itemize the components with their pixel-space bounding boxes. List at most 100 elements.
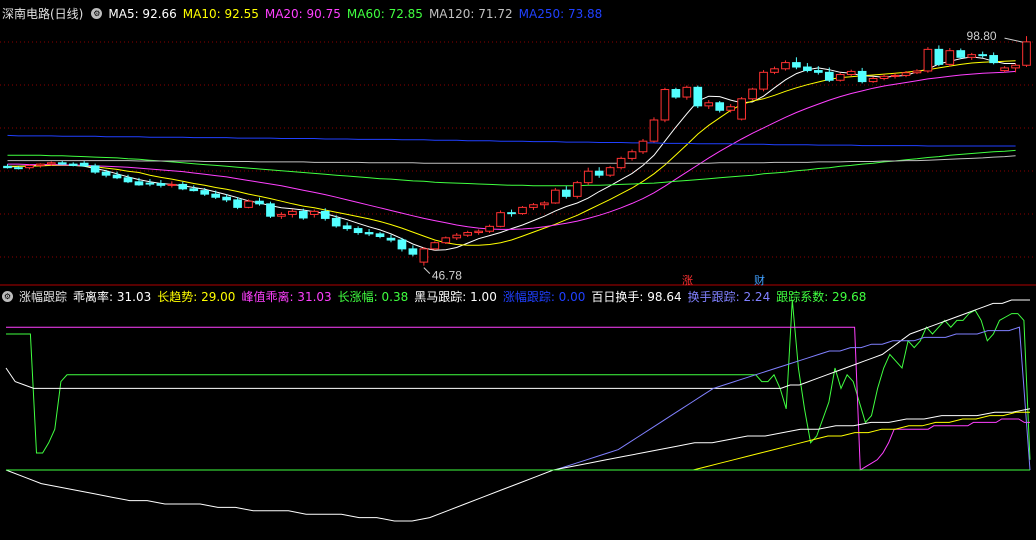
candle-body — [309, 210, 319, 215]
candle-body — [671, 89, 681, 98]
candle-body — [726, 106, 736, 111]
candle-body — [298, 210, 308, 219]
candle-body — [901, 72, 911, 76]
sub-line-峰值乖离 — [6, 326, 1030, 471]
candle-body — [846, 70, 856, 76]
candle-body — [759, 71, 768, 90]
candle-body — [441, 237, 451, 244]
candle-body — [748, 88, 757, 100]
candle-body — [605, 167, 615, 176]
candle-body — [715, 102, 725, 111]
candle-body — [353, 228, 363, 234]
candle-body — [79, 162, 89, 167]
candle-body — [956, 50, 966, 58]
candle-body — [737, 98, 746, 120]
candle-body — [145, 182, 155, 185]
high-price-label: 98.80 — [967, 29, 997, 43]
candle-body — [90, 165, 100, 173]
candle-body — [255, 200, 264, 205]
sub-line-跟踪系数 — [6, 299, 1031, 460]
ma-line-ma250 — [7, 134, 1016, 147]
candle-body — [46, 162, 56, 165]
candle-body — [408, 248, 418, 255]
candle-body — [879, 75, 889, 79]
candle-body — [923, 48, 933, 72]
candle-body — [3, 165, 12, 169]
candle-body — [452, 234, 462, 239]
candle-body — [277, 213, 286, 217]
candle-body — [25, 164, 34, 169]
candle-body — [693, 86, 703, 107]
candle-body — [770, 68, 779, 73]
candle-body — [167, 183, 177, 186]
candle-body — [1022, 41, 1031, 66]
candle-body — [594, 170, 604, 176]
candle-body — [178, 183, 188, 190]
candle-body — [14, 167, 23, 170]
candle-body — [397, 239, 407, 250]
candle-body — [507, 212, 516, 215]
ma-line-ma120 — [7, 155, 1016, 164]
candle-body — [233, 199, 242, 208]
candle-body — [835, 74, 845, 81]
candle-body — [934, 48, 944, 65]
candle-body — [583, 170, 593, 184]
event-marker-cai: 财 — [754, 273, 765, 287]
candle-body — [890, 74, 900, 77]
candle-body — [288, 210, 297, 215]
low-marker-line — [423, 267, 431, 274]
candle-body — [682, 86, 692, 98]
ma-line-ma10 — [7, 60, 1016, 246]
candle-body — [551, 189, 560, 204]
candle-body — [857, 70, 867, 83]
candle-body — [134, 181, 144, 186]
candle-body — [222, 196, 231, 201]
candle-body — [200, 190, 210, 195]
candle-body — [989, 55, 998, 64]
candle-body — [364, 232, 374, 235]
stock-chart-window: { "main_header": { "title": "深南电路(日线)", … — [0, 0, 1036, 540]
candle-body — [704, 102, 714, 107]
candle-body — [967, 54, 977, 58]
candle-body — [627, 151, 637, 159]
candle-body — [112, 174, 122, 179]
candle-body — [912, 70, 922, 74]
candle-body — [244, 200, 253, 208]
candle-body — [375, 233, 385, 238]
candle-body — [1000, 67, 1009, 72]
sub-line-黑马跟踪 — [5, 408, 1031, 522]
candle-body — [474, 230, 483, 234]
price-and-indicator-chart: 98.80 46.78 涨 财 — [0, 29, 1036, 522]
candle-body — [518, 206, 527, 215]
candle-body — [123, 177, 133, 183]
candle-body — [529, 204, 538, 208]
high-marker-line — [1004, 37, 1023, 43]
candle-body — [189, 188, 199, 192]
candle-body — [485, 225, 494, 232]
candle-body — [342, 225, 352, 230]
candle-body — [463, 232, 473, 236]
candle-body — [156, 183, 166, 186]
event-marker-zhang: 涨 — [682, 274, 693, 287]
candle-body — [868, 77, 878, 83]
candle-body — [803, 66, 812, 72]
candle-body — [430, 242, 440, 250]
ma-line-ma5 — [7, 56, 1016, 251]
candle-body — [792, 62, 801, 68]
candle-body — [616, 157, 626, 169]
ma-line-ma20 — [7, 70, 1016, 230]
candle-body — [638, 140, 648, 153]
candle-body — [781, 62, 790, 70]
candle-body — [496, 212, 505, 227]
candle-body — [101, 171, 111, 176]
candle-body — [36, 163, 45, 166]
candle-body — [660, 89, 670, 121]
candle-body — [57, 162, 67, 165]
candle-body — [813, 70, 823, 73]
candle-body — [419, 248, 429, 263]
candle-body — [561, 189, 571, 197]
low-price-label: 46.78 — [432, 269, 462, 283]
candle-body — [945, 50, 955, 65]
candle-body — [649, 119, 659, 142]
candle-body — [320, 210, 330, 219]
